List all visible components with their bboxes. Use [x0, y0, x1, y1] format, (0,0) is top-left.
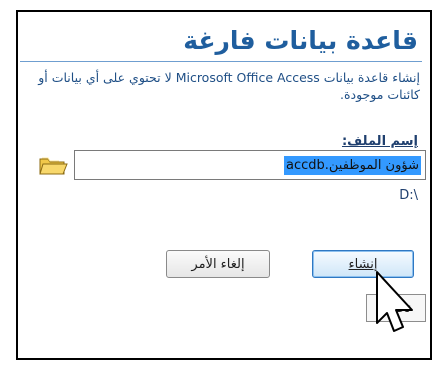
- file-name-label: إسم الملف:: [341, 134, 418, 149]
- folder-icon[interactable]: [38, 154, 68, 176]
- title-divider: [20, 61, 422, 62]
- dialog-description: إنشاء قاعدة بيانات Microsoft Office Acce…: [38, 70, 420, 102]
- new-database-dialog: قاعدة بيانات فارغة إنشاء قاعدة بيانات Mi…: [16, 10, 432, 360]
- mouse-pointer-icon: [369, 270, 425, 338]
- mouse-pointer-graphic: [376, 271, 413, 332]
- file-name-value: شؤون الموظفين.accdb: [283, 155, 421, 175]
- dialog-title: قاعدة بيانات فارغة: [183, 26, 418, 55]
- file-name-input[interactable]: شؤون الموظفين.accdb: [74, 150, 426, 180]
- file-path: D:\: [399, 188, 418, 203]
- cancel-button-label: إلغاء الأمر: [191, 256, 245, 272]
- folder-icon-graphic: [39, 157, 68, 175]
- cancel-button[interactable]: إلغاء الأمر: [166, 250, 270, 278]
